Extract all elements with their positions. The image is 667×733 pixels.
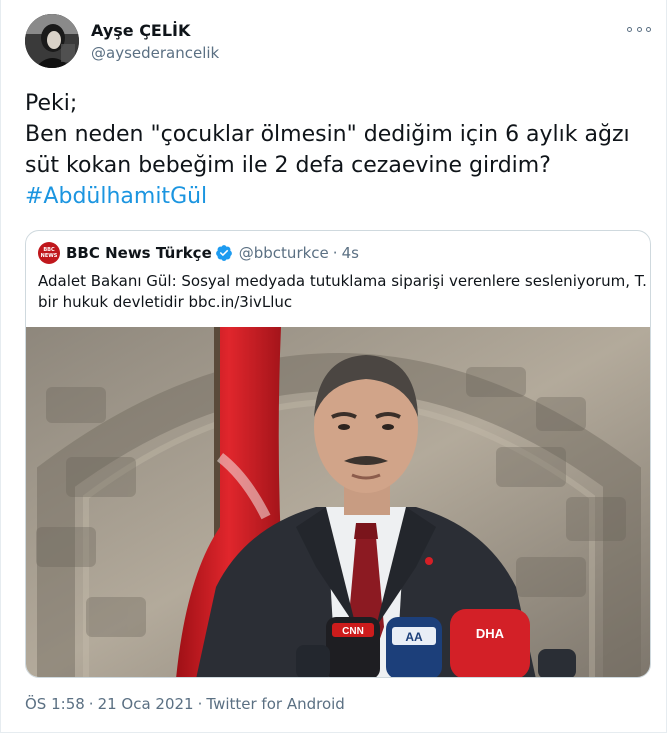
separator: ·	[88, 695, 94, 713]
bbc-logo-text: NEWS	[40, 253, 58, 259]
tweet-line: süt kokan bebeğim ile 2 defa cezaevine g…	[25, 153, 551, 178]
quoted-author-handle[interactable]: @bbcturkce	[239, 244, 329, 262]
more-options-icon[interactable]	[627, 20, 651, 38]
tweet-card: Ayşe ÇELİK @aysederancelik Peki; Ben ned…	[0, 0, 667, 733]
dot-icon	[627, 26, 632, 32]
quoted-tweet[interactable]: BBC NEWS BBC News Türkçe @bbcturkce · 4s…	[25, 230, 651, 678]
tweet-text: Peki; Ben neden "çocuklar ölmesin" dediğ…	[25, 88, 645, 212]
tweet-header: Ayşe ÇELİK @aysederancelik	[25, 14, 653, 70]
tweet-date[interactable]: 21 Oca 2021	[98, 695, 194, 713]
quoted-tweet-header: BBC NEWS BBC News Türkçe @bbcturkce · 4s	[38, 242, 359, 264]
mic-label: AA	[405, 630, 423, 644]
hashtag-link[interactable]: #AbdülhamitGül	[25, 181, 645, 212]
tweet-footer: ÖS 1:58 · 21 Oca 2021 · Twitter for Andr…	[25, 695, 345, 713]
bbc-logo-icon[interactable]: BBC NEWS	[38, 242, 60, 264]
author-name[interactable]: Ayşe ÇELİK	[91, 21, 190, 40]
quoted-tweet-line: bir hukuk devletidir bbc.in/3ivLluc	[38, 293, 293, 311]
tweet-line: Peki;	[25, 91, 78, 116]
author-handle[interactable]: @aysederancelik	[91, 44, 219, 62]
press-conference-photo-icon: CNN AA DHA	[26, 327, 650, 677]
dot-icon	[636, 26, 642, 32]
avatar-photo-icon	[25, 14, 79, 68]
tweet-line: Ben neden "çocuklar ölmesin" dediğim içi…	[25, 122, 630, 147]
quoted-tweet-text: Adalet Bakanı Gül: Sosyal medyada tutukl…	[38, 271, 651, 313]
mic-label: CNN	[342, 626, 364, 637]
mic-label: DHA	[476, 626, 505, 641]
quoted-timestamp[interactable]: 4s	[342, 244, 359, 262]
tweet-source[interactable]: Twitter for Android	[206, 695, 344, 713]
separator: ·	[332, 244, 338, 262]
quoted-tweet-image[interactable]: CNN AA DHA	[26, 327, 650, 677]
separator: ·	[197, 695, 203, 713]
quoted-tweet-line: Adalet Bakanı Gül: Sosyal medyada tutukl…	[38, 272, 651, 290]
avatar[interactable]	[25, 14, 79, 68]
dot-icon	[646, 26, 651, 32]
tweet-time[interactable]: ÖS 1:58	[25, 695, 85, 713]
quoted-author-name[interactable]: BBC News Türkçe	[66, 244, 212, 262]
verified-badge-icon	[215, 245, 232, 261]
